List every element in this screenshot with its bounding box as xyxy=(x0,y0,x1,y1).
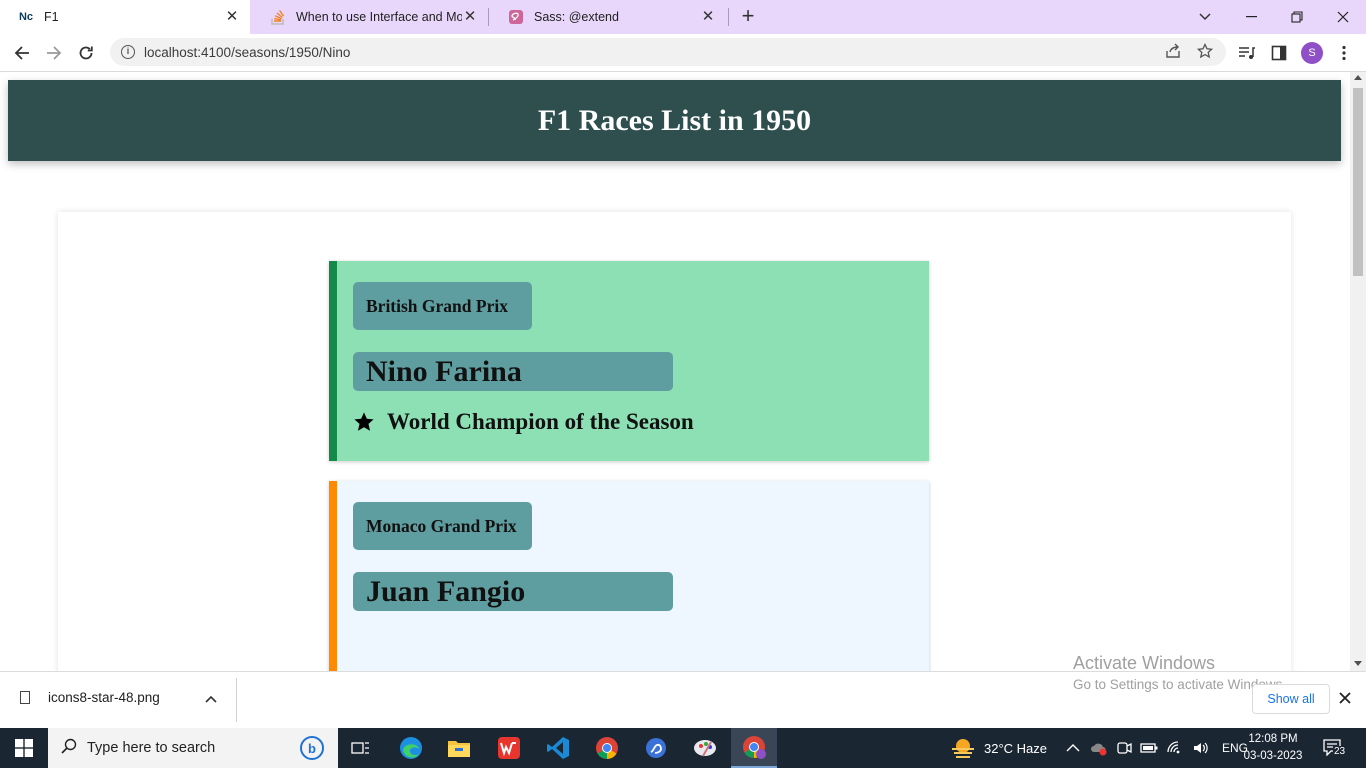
scroll-down-arrow-icon[interactable] xyxy=(1354,661,1362,666)
races-container: British Grand Prix Nino Farina World Cha… xyxy=(58,212,1291,671)
volume-icon[interactable] xyxy=(1192,740,1210,756)
url-text[interactable]: localhost:4100/seasons/1950/Nino xyxy=(144,45,1162,60)
clock-time: 12:08 PM xyxy=(1248,733,1298,745)
windows-start-icon[interactable] xyxy=(0,728,48,768)
minimize-button[interactable] xyxy=(1228,0,1274,34)
search-icon xyxy=(61,738,77,759)
close-downloads-icon[interactable] xyxy=(1339,688,1351,709)
notification-count-badge: 23 xyxy=(1333,746,1347,757)
browser-toolbar: i localhost:4100/seasons/1950/Nino S xyxy=(0,34,1366,71)
file-explorer-icon[interactable] xyxy=(436,728,482,768)
task-view-icon[interactable] xyxy=(338,728,384,768)
download-options-chevron-icon[interactable] xyxy=(205,692,217,706)
tab-title: When to use Interface and Mode xyxy=(296,10,462,24)
clock-date: 03-03-2023 xyxy=(1243,750,1303,762)
race-card[interactable]: Monaco Grand Prix Juan Fangio xyxy=(329,481,929,671)
world-champion-badge: World Champion of the Season xyxy=(353,409,694,435)
tab-search-chevron-icon[interactable] xyxy=(1182,0,1228,34)
profile-avatar[interactable]: S xyxy=(1301,42,1323,64)
weather-widget[interactable]: 32°C Haze xyxy=(950,728,1047,768)
notification-center-icon[interactable]: 23 xyxy=(1322,738,1347,758)
haze-weather-icon xyxy=(952,739,974,758)
page-viewport: F1 Races List in 1950 British Grand Prix… xyxy=(0,72,1350,671)
paint-app-icon[interactable] xyxy=(682,728,728,768)
race-name-label: British Grand Prix xyxy=(353,282,532,330)
scroll-up-arrow-icon[interactable] xyxy=(1354,75,1362,80)
cloud-sync-icon[interactable] xyxy=(1090,740,1108,756)
media-controls-icon[interactable] xyxy=(1236,42,1258,64)
file-icon xyxy=(20,691,30,704)
sass-icon xyxy=(508,9,524,25)
tab-separator xyxy=(488,8,489,26)
battery-icon[interactable] xyxy=(1140,742,1158,754)
stackoverflow-icon xyxy=(270,9,286,25)
tab-stackoverflow[interactable]: When to use Interface and Mode ✕ xyxy=(252,0,488,34)
system-tray-icons[interactable]: ENG xyxy=(1066,728,1248,768)
activate-windows-title: Activate Windows xyxy=(1073,653,1216,673)
close-tab-icon[interactable]: ✕ xyxy=(462,9,478,25)
race-name-label: Monaco Grand Prix xyxy=(353,502,532,550)
nc-favicon-icon: Nc xyxy=(18,11,34,23)
download-file-name: icons8-star-48.png xyxy=(48,690,160,705)
champion-text: World Champion of the Season xyxy=(387,409,694,434)
tab-separator xyxy=(728,8,729,26)
downloads-bar: Activate Windows Go to Settings to activ… xyxy=(0,653,1366,728)
download-item[interactable]: icons8-star-48.png xyxy=(20,690,160,705)
browser-tab-strip: Nc F1 ✕ When to use Interface and Mode ✕… xyxy=(0,0,1366,34)
back-arrow-icon[interactable] xyxy=(9,40,35,66)
chat-app-icon[interactable] xyxy=(633,728,679,768)
tab-title: Sass: @extend xyxy=(534,10,619,24)
windows-taskbar: Type here to search b 32°C Haze ENG 12:0… xyxy=(0,728,1366,768)
site-info-icon[interactable]: i xyxy=(121,45,135,59)
bookmark-star-icon[interactable] xyxy=(1194,42,1216,62)
new-tab-button[interactable]: + xyxy=(736,5,760,29)
edge-icon[interactable] xyxy=(388,728,434,768)
page-header: F1 Races List in 1950 xyxy=(8,80,1341,161)
tab-title: F1 xyxy=(44,10,59,24)
vscode-icon[interactable] xyxy=(535,728,581,768)
forward-arrow-icon[interactable] xyxy=(41,40,67,66)
show-all-button[interactable]: Show all xyxy=(1252,684,1330,714)
wps-office-icon[interactable] xyxy=(486,728,532,768)
side-panel-icon[interactable] xyxy=(1268,42,1290,64)
scrollbar-thumb[interactable] xyxy=(1353,88,1363,276)
chrome-icon[interactable] xyxy=(584,728,630,768)
tab-sass[interactable]: Sass: @extend ✕ xyxy=(490,0,726,34)
race-card-accent-bar xyxy=(329,481,337,671)
search-placeholder: Type here to search xyxy=(87,740,216,756)
downloads-divider xyxy=(236,678,237,722)
share-icon[interactable] xyxy=(1162,43,1184,62)
weather-text: 32°C Haze xyxy=(984,740,1048,756)
taskbar-clock[interactable]: 12:08 PM 03-03-2023 xyxy=(1243,731,1303,765)
close-tab-icon[interactable]: ✕ xyxy=(224,9,240,25)
close-window-button[interactable] xyxy=(1320,0,1366,34)
page-title: F1 Races List in 1950 xyxy=(537,103,812,137)
meet-now-icon[interactable] xyxy=(1116,740,1132,756)
chrome-profile-icon[interactable] xyxy=(731,728,777,768)
close-tab-icon[interactable]: ✕ xyxy=(700,9,716,25)
page-scrollbar[interactable] xyxy=(1350,72,1366,671)
race-card[interactable]: British Grand Prix Nino Farina World Cha… xyxy=(329,261,929,461)
wifi-icon[interactable] xyxy=(1166,740,1184,756)
reload-icon[interactable] xyxy=(73,40,99,66)
tab-f1[interactable]: Nc F1 ✕ xyxy=(0,0,250,34)
address-bar[interactable]: i localhost:4100/seasons/1950/Nino xyxy=(110,38,1226,66)
star-icon xyxy=(354,412,374,431)
race-card-accent-bar xyxy=(329,261,337,461)
bing-icon[interactable]: b xyxy=(300,736,324,760)
taskbar-search-box[interactable]: Type here to search b xyxy=(48,728,338,768)
driver-name-label: Nino Farina xyxy=(353,352,673,391)
driver-name-label: Juan Fangio xyxy=(353,572,673,611)
restore-button[interactable] xyxy=(1274,0,1320,34)
show-hidden-icons-chevron-icon[interactable] xyxy=(1066,743,1080,753)
chrome-menu-icon[interactable] xyxy=(1333,42,1355,64)
